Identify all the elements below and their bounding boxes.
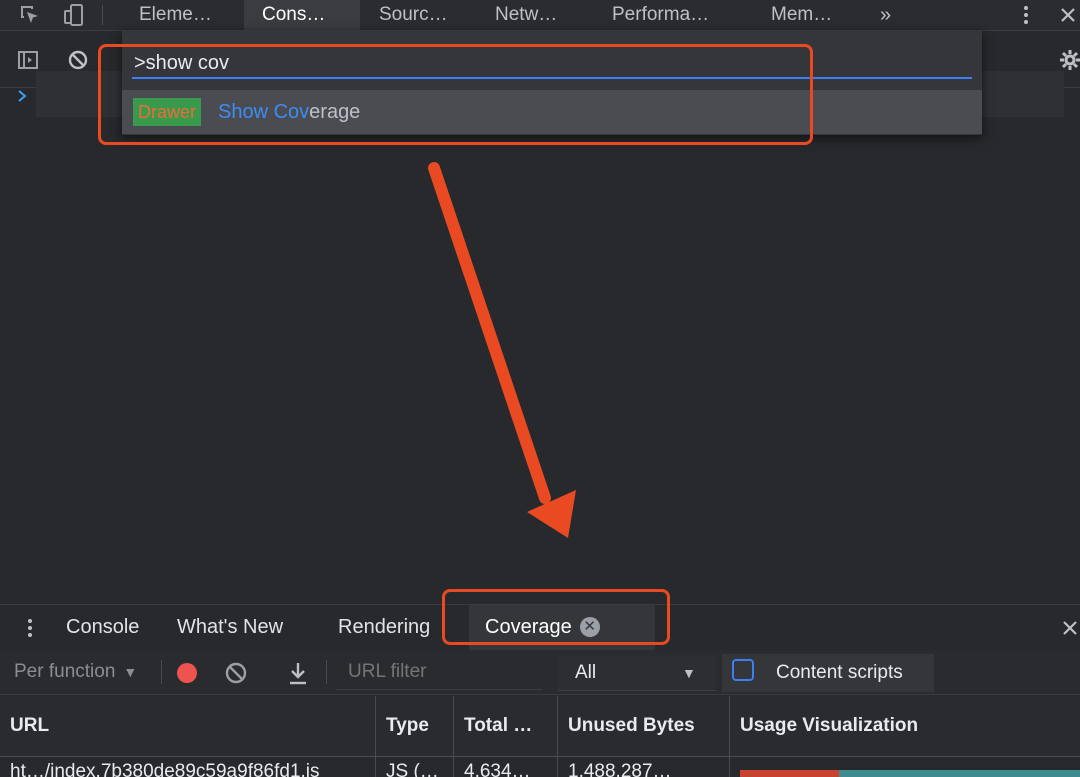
cell-total: 4,634…	[454, 757, 558, 777]
cell-url: ht…/index.7b380de89c59a9f86fd1.js	[0, 757, 376, 777]
chevron-down-icon: ▼	[682, 665, 696, 681]
column-header-type[interactable]: Type	[376, 696, 454, 756]
column-header-total[interactable]: Total …	[454, 696, 558, 756]
content-scripts-toggle[interactable]: Content scripts	[722, 654, 934, 692]
clear-coverage-icon[interactable]	[224, 661, 248, 685]
coverage-mode-select[interactable]: Per function ▼	[14, 654, 137, 690]
cell-type: JS (…	[376, 757, 454, 777]
export-download-icon[interactable]	[286, 660, 310, 686]
usage-visualization-bar	[740, 770, 1080, 777]
drawer-tab-whats-new[interactable]: What's New	[177, 605, 283, 650]
content-scripts-label: Content scripts	[776, 662, 903, 683]
type-filter-value: All	[575, 662, 597, 683]
usage-bar-used-segment	[740, 770, 839, 777]
coverage-table-header: URL Type Total … Unused Bytes Usage Visu…	[0, 696, 1080, 757]
coverage-mode-value: Per function	[14, 661, 116, 682]
column-header-usage-visualization[interactable]: Usage Visualization	[730, 696, 1080, 756]
record-button[interactable]	[176, 662, 198, 684]
drawer-tab-rendering[interactable]: Rendering	[338, 605, 430, 650]
close-drawer-icon[interactable]	[1052, 613, 1080, 643]
coverage-toolbar: Per function ▼ All ▼ Content scripts	[0, 650, 1080, 695]
toolbar-divider	[326, 660, 327, 684]
type-filter-select[interactable]: All ▼	[558, 656, 716, 691]
column-header-unused-bytes[interactable]: Unused Bytes	[558, 696, 730, 756]
drawer-tab-console[interactable]: Console	[66, 605, 139, 650]
content-scripts-checkbox[interactable]	[732, 659, 754, 681]
column-header-url[interactable]: URL	[0, 696, 376, 756]
chevron-down-icon: ▼	[123, 664, 138, 680]
table-row[interactable]: ht…/index.7b380de89c59a9f86fd1.js JS (… …	[0, 757, 1080, 777]
drawer-more-icon[interactable]	[12, 613, 48, 643]
cell-unused-bytes: 1,488,287…	[558, 757, 730, 777]
url-filter-input[interactable]	[336, 654, 542, 690]
highlight-box-coverage-tab	[442, 589, 670, 645]
toolbar-divider	[161, 660, 162, 684]
